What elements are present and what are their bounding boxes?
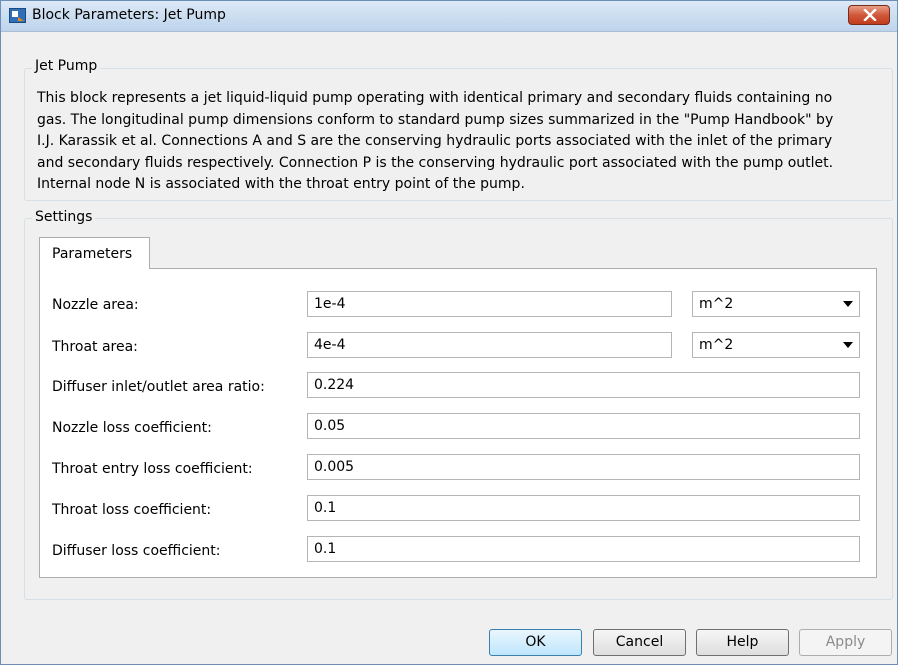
throat-area-label: Throat area:	[52, 339, 138, 355]
description-line: gas. The longitudinal pump dimensions co…	[37, 111, 834, 128]
dialog-window: Block Parameters: Jet Pump Jet Pump This…	[0, 0, 898, 665]
nozzle-loss-coefficient-input[interactable]: 0.05	[307, 413, 860, 439]
description-group-label: Jet Pump	[32, 58, 101, 74]
description-line: This block represents a jet liquid-liqui…	[37, 90, 833, 106]
nozzle-loss-coefficient-label: Nozzle loss coefficient:	[52, 420, 212, 436]
cancel-button[interactable]: Cancel	[593, 629, 686, 656]
throat-area-input[interactable]: 4e-4	[307, 332, 672, 358]
nozzle-area-input[interactable]: 1e-4	[307, 291, 672, 317]
title-bar[interactable]: Block Parameters: Jet Pump	[1, 1, 897, 32]
throat-entry-loss-coefficient-label: Throat entry loss coefficient:	[52, 461, 253, 477]
window-title: Block Parameters: Jet Pump	[32, 7, 226, 23]
throat-entry-loss-coefficient-input[interactable]: 0.005	[307, 454, 860, 480]
tab-parameters-label: Parameters	[52, 246, 133, 262]
description-line: and secondary fluids respectively. Conne…	[37, 154, 834, 171]
close-button[interactable]	[848, 5, 890, 25]
tab-parameters[interactable]: Parameters	[39, 237, 150, 269]
block-description: This block represents a jet liquid-liqui…	[37, 88, 877, 196]
chevron-down-icon	[843, 301, 853, 307]
nozzle-area-unit-value: m^2	[699, 296, 734, 312]
apply-button[interactable]: Apply	[799, 629, 892, 656]
diffuser-area-ratio-label: Diffuser inlet/outlet area ratio:	[52, 379, 265, 395]
chevron-down-icon	[843, 342, 853, 348]
diffuser-area-ratio-input[interactable]: 0.224	[307, 372, 860, 398]
throat-area-unit-value: m^2	[699, 337, 734, 353]
diffuser-loss-coefficient-input[interactable]: 0.1	[307, 536, 860, 562]
close-icon	[863, 9, 877, 21]
help-button[interactable]: Help	[696, 629, 789, 656]
diffuser-loss-coefficient-label: Diffuser loss coefficient:	[52, 543, 221, 559]
description-line: I.J. Karassik et al. Connections A and S…	[37, 133, 833, 149]
nozzle-area-unit-select[interactable]: m^2	[692, 291, 860, 317]
ok-button[interactable]: OK	[489, 629, 582, 656]
settings-group-label: Settings	[32, 209, 96, 225]
throat-loss-coefficient-label: Throat loss coefficient:	[52, 502, 212, 518]
description-line: Internal node N is associated with the t…	[37, 176, 525, 192]
throat-area-unit-select[interactable]: m^2	[692, 332, 860, 358]
nozzle-area-label: Nozzle area:	[52, 297, 139, 313]
throat-loss-coefficient-input[interactable]: 0.1	[307, 495, 860, 521]
simulink-block-icon	[9, 8, 26, 23]
